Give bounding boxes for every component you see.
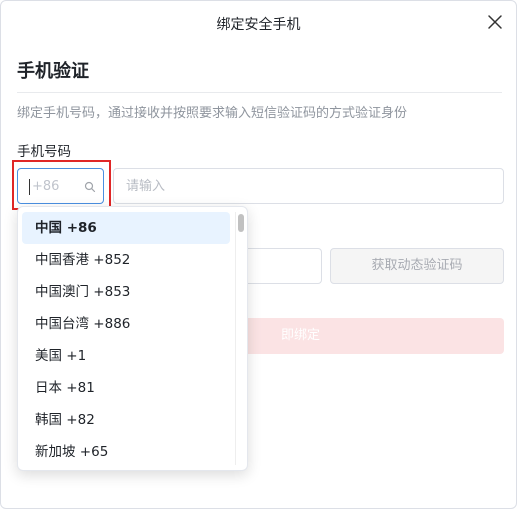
dropdown-scrollbar[interactable] xyxy=(235,212,244,465)
country-code-dropdown: 中国 +86 中国香港 +852 中国澳门 +853 中国台湾 +886 美国 … xyxy=(17,206,248,471)
section-description: 绑定手机号码，通过接收并按照要求输入短信验证码的方式验证身份 xyxy=(17,106,408,121)
dialog-header: 绑定安全手机 xyxy=(1,1,516,43)
country-code-option[interactable]: 中国澳门 +853 xyxy=(22,276,230,308)
close-icon xyxy=(488,15,502,29)
annotation-highlight-box xyxy=(12,160,111,210)
country-code-option[interactable]: 日本 +81 xyxy=(22,372,230,404)
country-code-option[interactable]: 中国台湾 +886 xyxy=(22,308,230,340)
close-button[interactable] xyxy=(486,13,504,31)
country-code-option[interactable]: 中国香港 +852 xyxy=(22,244,230,276)
phone-number-input[interactable] xyxy=(113,168,504,204)
country-code-option[interactable]: 美国 +1 xyxy=(22,340,230,372)
divider xyxy=(17,92,502,93)
section-heading: 手机验证 xyxy=(17,61,89,82)
get-verification-code-button[interactable]: 获取动态验证码 xyxy=(330,248,504,284)
country-code-option[interactable]: 韩国 +82 xyxy=(22,404,230,436)
country-code-option[interactable]: 中国 +86 xyxy=(22,212,230,244)
phone-number-label: 手机号码 xyxy=(17,144,71,160)
dialog-title: 绑定安全手机 xyxy=(216,17,301,33)
country-code-option[interactable]: 新加坡 +65 xyxy=(22,436,230,468)
bind-phone-dialog: 绑定安全手机 手机验证 绑定手机号码，通过接收并按照要求输入短信验证码的方式验证… xyxy=(0,0,517,509)
bind-button-label: 即绑定 xyxy=(280,328,320,343)
country-code-list: 中国 +86 中国香港 +852 中国澳门 +853 中国台湾 +886 美国 … xyxy=(22,212,230,468)
scrollbar-thumb[interactable] xyxy=(238,214,244,232)
